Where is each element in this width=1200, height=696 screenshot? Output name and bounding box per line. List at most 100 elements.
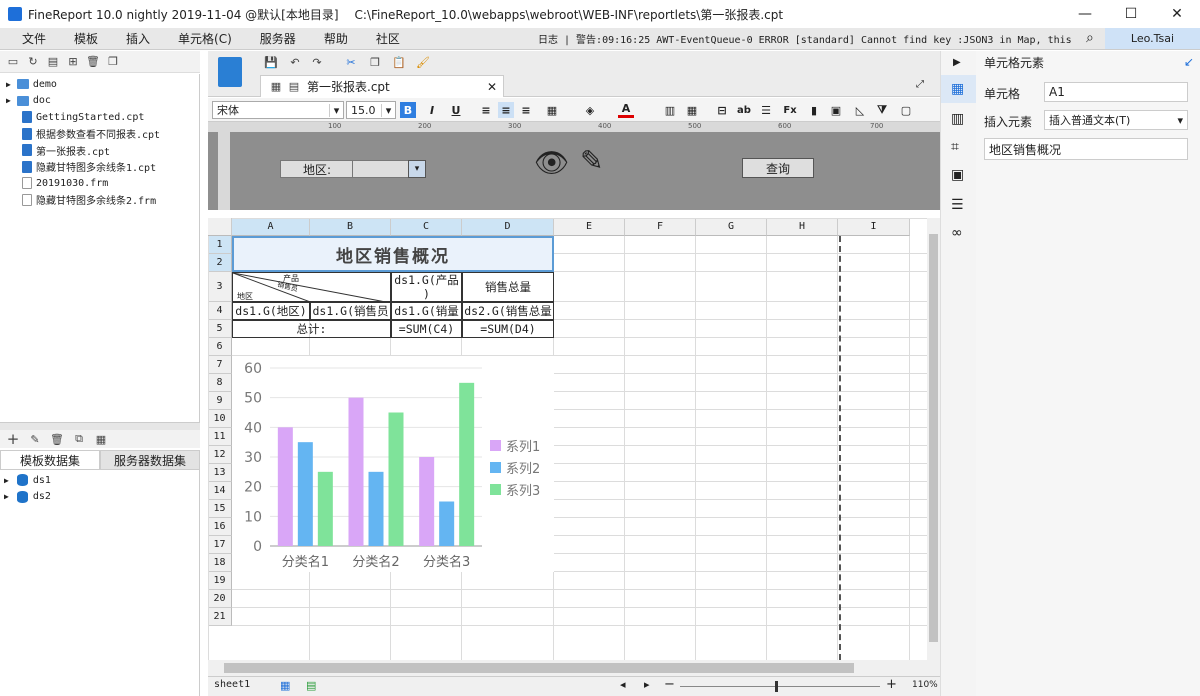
next-sheet-icon[interactable]: ▸ [644,678,650,691]
row-header[interactable]: 13 [208,464,232,482]
save-icon[interactable]: 💾 [264,55,278,69]
bold-button[interactable]: B [400,102,416,118]
open-icon[interactable]: ▤ [46,55,60,69]
row-header[interactable]: 5 [208,320,232,338]
horizontal-scrollbar[interactable] [208,660,940,676]
column-header[interactable]: I [838,218,910,236]
tree-item[interactable]: 根据参数查看不同报表.cpt [0,126,199,143]
tree-item[interactable]: 20191030.frm [0,175,199,192]
fill-color-icon[interactable]: ◈ [582,102,598,118]
splitter[interactable] [0,422,200,430]
tree-item[interactable]: 第一张报表.cpt [0,142,199,159]
cell-address-input[interactable]: A1 [1044,82,1188,102]
query-button[interactable]: 查询 [742,158,814,178]
image-icon[interactable]: ▣ [828,102,844,118]
tree-item[interactable]: ▶ doc [0,93,199,110]
tree-item[interactable]: GettingStarted.cpt [0,109,199,126]
cell-d5[interactable]: =SUM(D4) [462,320,554,338]
row-header[interactable]: 4 [208,302,232,320]
insert-column-icon[interactable]: ⊟ [714,102,730,118]
cut-icon[interactable]: ✂ [344,55,358,69]
dataset-item[interactable]: ▶ ds1 [0,472,199,489]
expand-icon[interactable]: ⤢ [916,79,924,90]
spreadsheet-grid[interactable]: A B C D E F G H I 1 2 3 4 5 6 7 8 9 10 11 12 13 14 15 16 17 18 19 20… [208,218,927,660]
close-button[interactable]: ✕ [1154,0,1200,28]
copy-icon[interactable]: ❐ [368,55,382,69]
zoom-slider-thumb[interactable] [775,681,778,692]
column-header[interactable]: F [625,218,696,236]
column-header[interactable]: G [696,218,767,236]
row-header[interactable]: 3 [208,272,232,302]
preview-icon[interactable]: ⧉ [72,432,86,446]
user-name[interactable]: Leo.Tsai [1105,28,1200,49]
refresh-icon[interactable]: ↻ [26,55,40,69]
dropdown-icon[interactable]: ▾ [408,160,426,178]
italic-button[interactable]: I [424,102,440,118]
cell-d4[interactable]: ds2.G(销售总量 [462,302,554,320]
edit-pencil-icon[interactable]: ✎ [580,144,603,177]
row-header[interactable]: 14 [208,482,232,500]
cell-d3[interactable]: 销售总量 [462,272,554,302]
menu-insert[interactable]: 插入 [112,30,164,47]
menu-server[interactable]: 服务器 [246,30,310,47]
tab-server-dataset[interactable]: 服务器数据集 [100,450,200,470]
delete-icon[interactable]: 🗑 [50,432,64,446]
collapse-icon[interactable]: ↙ [1184,55,1194,69]
dataset-icon[interactable]: ▦ [94,432,108,446]
tab-report[interactable]: ▦ ▤ 第一张报表.cpt ✕ [260,75,504,97]
scroll-thumb[interactable] [929,234,938,642]
locate-icon[interactable]: ⊞ [66,55,80,69]
row-header[interactable]: 10 [208,410,232,428]
align-left-icon[interactable]: ≡ [478,102,494,118]
text-icon[interactable]: ab [736,102,752,118]
row-header[interactable]: 9 [208,392,232,410]
cell-c3[interactable]: ds1.G(产品 ) [391,272,462,302]
minimize-button[interactable]: — [1062,0,1108,28]
undo-icon[interactable]: ↶ [288,55,302,69]
scroll-thumb[interactable] [224,663,854,673]
cell-c5[interactable]: =SUM(C4) [391,320,462,338]
row-header[interactable]: 21 [208,608,232,626]
hyperlink-icon[interactable]: ∞ [951,225,963,241]
menu-template[interactable]: 模板 [60,30,112,47]
row-header[interactable]: 15 [208,500,232,518]
row-header[interactable]: 17 [208,536,232,554]
row-header[interactable]: 6 [208,338,232,356]
font-size-select[interactable]: 15.0 ▾ [346,101,396,119]
row-header[interactable]: 16 [208,518,232,536]
cell-a4[interactable]: ds1.G(地区) [232,302,310,320]
delete-icon[interactable]: 🗑 [86,55,100,69]
dataset-item[interactable]: ▶ ds2 [0,489,199,506]
close-tab-icon[interactable]: ✕ [487,80,497,94]
bar-chart[interactable]: 0 10 20 30 40 50 60 分类名1 分类名2 分类名3 系列1 系列2 系列3 [232,356,554,572]
underline-button[interactable]: U [448,102,464,118]
border-icon[interactable]: ▦ [544,102,560,118]
row-header[interactable]: 8 [208,374,232,392]
row-header[interactable]: 19 [208,572,232,590]
paste-icon[interactable]: 📋 [392,55,406,69]
zoom-slider[interactable] [680,686,880,687]
condition-icon[interactable]: ⌗ [951,139,959,155]
cell-a5-total[interactable]: 总计: [232,320,391,338]
vertical-scrollbar[interactable] [927,218,940,660]
add-icon[interactable]: + [6,430,20,448]
template-widget-icon[interactable]: ☰ [951,197,964,213]
log-message[interactable]: 日志 | 警告:09:16:25 AWT-EventQueue-0 ERROR … [538,31,1078,46]
edit-icon[interactable]: ✎ [28,432,42,446]
report-title[interactable]: 地区销售概况 [232,236,554,272]
add-poly-sheet-icon[interactable]: ▤ [306,679,316,692]
add-sheet-icon[interactable]: ▦ [280,679,290,692]
row-header[interactable]: 11 [208,428,232,446]
font-family-select[interactable]: 宋体 ▾ [212,101,344,119]
tree-item[interactable]: 隐藏甘特图多余线条2.frm [0,192,199,209]
formula-icon[interactable]: Fx [782,102,798,118]
row-header[interactable]: 20 [208,590,232,608]
template-icon[interactable] [218,57,242,87]
redo-icon[interactable]: ↷ [310,55,324,69]
format-painter-icon[interactable]: 🖌 [416,55,430,69]
align-center-icon[interactable]: ≡ [498,102,514,118]
zoom-out-icon[interactable]: − [664,677,675,692]
row-header[interactable]: 2 [208,254,232,272]
row-header[interactable]: 7 [208,356,232,374]
cell-b4[interactable]: ds1.G(销售员 [310,302,391,320]
